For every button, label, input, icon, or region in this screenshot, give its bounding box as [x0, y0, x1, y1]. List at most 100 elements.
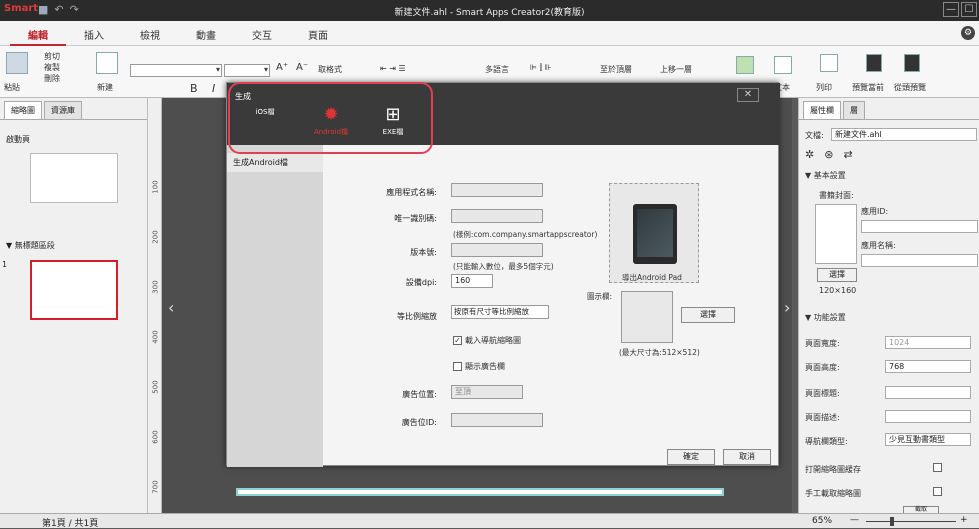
- exe-target-button[interactable]: ⊞ EXE檔: [365, 105, 421, 137]
- new-page-icon[interactable]: [96, 52, 118, 74]
- settings-icon[interactable]: ⚙: [961, 26, 975, 40]
- cut-button[interactable]: 剪切: [44, 51, 60, 62]
- ios-target-button[interactable]: iOS檔: [237, 105, 293, 117]
- print-icon[interactable]: [820, 54, 838, 72]
- ok-button[interactable]: 確定: [667, 449, 715, 465]
- page-height-field[interactable]: 768: [885, 360, 971, 373]
- scale-label: 等比例縮放: [397, 312, 437, 321]
- print-button[interactable]: 列印: [816, 82, 832, 93]
- tab-insert[interactable]: 插入: [66, 21, 122, 46]
- zoom-slider-thumb[interactable]: [890, 517, 894, 526]
- delete-button[interactable]: 刪除: [44, 73, 60, 84]
- indent-icons[interactable]: ⇤ ⇥ ☰: [380, 64, 406, 73]
- doc-name-field[interactable]: 新建文件.ahl: [831, 128, 977, 141]
- tab-properties[interactable]: 屬性欄: [803, 101, 841, 119]
- cover-choose-button[interactable]: 選擇: [817, 268, 857, 282]
- start-page-thumbnail[interactable]: [30, 153, 118, 203]
- app-name-field[interactable]: [861, 254, 978, 267]
- preview-start-button[interactable]: 從頭預覽: [894, 82, 926, 93]
- format-painter-button[interactable]: 取格式: [318, 64, 342, 75]
- load-nav-option[interactable]: ✓ 載入導航縮略圖: [453, 335, 521, 346]
- ad-position-select[interactable]: 至頂: [451, 385, 523, 399]
- icon-choose-button[interactable]: 選擇: [681, 307, 735, 323]
- preview-current-button[interactable]: 預覽當前: [852, 82, 884, 93]
- tab-view[interactable]: 檢視: [122, 21, 178, 46]
- tab-edit[interactable]: 編輯: [10, 21, 66, 46]
- tab-assets[interactable]: 資源庫: [44, 101, 82, 119]
- font-size-select[interactable]: [224, 64, 270, 77]
- tab-page[interactable]: 頁面: [290, 21, 346, 46]
- maximize-button[interactable]: ☐: [961, 2, 977, 17]
- tab-layers[interactable]: 層: [843, 101, 865, 119]
- paste-button[interactable]: 粘貼: [4, 82, 20, 93]
- title-bar: Smart ■ ↶ ↷ 新建文件.ahl - Smart Apps Creato…: [0, 0, 979, 21]
- app-name-input[interactable]: [451, 183, 543, 197]
- show-ad-option[interactable]: 顯示廣告欄: [453, 361, 505, 372]
- align-icons[interactable]: ⊫ ⫿ ⊪: [530, 63, 552, 73]
- tab-animation[interactable]: 動畫: [178, 21, 234, 46]
- paste-icon[interactable]: [6, 52, 28, 74]
- dpi-label: 設備dpi:: [405, 278, 437, 287]
- italic-button[interactable]: I: [212, 82, 215, 95]
- prev-page-arrow-icon[interactable]: ‹: [168, 298, 174, 317]
- app-id-field[interactable]: [861, 220, 978, 233]
- page-desc-field[interactable]: [885, 410, 971, 423]
- uid-input[interactable]: [451, 209, 543, 223]
- nav-type-select[interactable]: 少見互動書類型: [885, 433, 971, 446]
- max-size-hint: (最大尺寸為:512×512): [619, 348, 700, 357]
- multi-language-button[interactable]: 多語言: [485, 64, 509, 75]
- android-target-button[interactable]: ✹ Android檔: [303, 105, 359, 137]
- zoom-slider[interactable]: [866, 521, 956, 522]
- basic-settings-header[interactable]: ▼ 基本設置: [805, 170, 846, 181]
- bring-forward-button[interactable]: 上移一層: [660, 64, 692, 75]
- load-nav-checkbox[interactable]: ✓: [453, 336, 462, 345]
- text-icon[interactable]: [774, 56, 792, 74]
- ruler-tick: 400: [151, 330, 160, 344]
- preview-start-icon[interactable]: [904, 54, 920, 72]
- scale-select[interactable]: 按原有尺寸等比例縮放: [451, 305, 549, 319]
- tab-interaction[interactable]: 交互: [234, 21, 290, 46]
- cover-label: 書籍封面:: [819, 191, 854, 200]
- font-family-select[interactable]: [130, 64, 222, 77]
- page-title-field[interactable]: [885, 386, 971, 399]
- dialog-sidebar: 生成Android檔: [227, 145, 323, 467]
- next-page-arrow-icon[interactable]: ›: [784, 298, 790, 317]
- minimize-button[interactable]: —: [943, 2, 959, 17]
- dpi-stepper[interactable]: 160: [451, 274, 493, 288]
- page-height-label: 頁面高度:: [805, 363, 840, 372]
- font-grow-button[interactable]: A⁺: [276, 62, 288, 73]
- bring-to-front-button[interactable]: 至於頂層: [600, 64, 632, 75]
- ruler-tick: 300: [151, 280, 160, 294]
- version-input[interactable]: [451, 243, 543, 257]
- page-thumbnail[interactable]: [30, 260, 118, 320]
- zoom-out-button[interactable]: —: [850, 515, 859, 525]
- new-button[interactable]: 新建: [97, 82, 113, 93]
- open-cache-checkbox[interactable]: [933, 463, 942, 472]
- bold-button[interactable]: B: [190, 82, 198, 95]
- settings-icon[interactable]: ✲: [805, 148, 814, 161]
- page-title-label: 頁面標題:: [805, 389, 840, 398]
- copy-button[interactable]: 複製: [44, 62, 60, 73]
- zoom-level: 65%: [812, 516, 833, 526]
- dialog-close-button[interactable]: ✕: [737, 88, 759, 102]
- font-shrink-button[interactable]: A⁻: [296, 62, 308, 73]
- android-icon: ✹: [323, 104, 339, 125]
- sidebar-item-android[interactable]: 生成Android檔: [227, 153, 323, 172]
- link-icon[interactable]: ⇄: [843, 148, 852, 161]
- cancel-button[interactable]: 取消: [723, 449, 771, 465]
- page-canvas[interactable]: [236, 488, 724, 496]
- export-pad-label[interactable]: 導出Android Pad: [622, 272, 682, 283]
- manual-thumb-checkbox[interactable]: [933, 487, 942, 496]
- windows-icon: ⊞: [385, 104, 401, 125]
- target-icon[interactable]: ⊛: [824, 148, 833, 161]
- tab-thumbnails[interactable]: 縮略圖: [4, 101, 42, 119]
- status-bar: 第1頁 / 共1頁 65% — +: [0, 513, 979, 529]
- function-settings-header[interactable]: ▼ 功能設置: [805, 312, 846, 323]
- section-header[interactable]: ▼ 無標題區段: [0, 236, 61, 255]
- zoom-in-button[interactable]: +: [960, 515, 968, 525]
- image-icon[interactable]: [736, 56, 754, 74]
- preview-current-icon[interactable]: [866, 54, 882, 72]
- page-width-field[interactable]: 1024: [885, 336, 971, 349]
- show-ad-checkbox[interactable]: [453, 362, 462, 371]
- ad-id-input[interactable]: [451, 413, 543, 427]
